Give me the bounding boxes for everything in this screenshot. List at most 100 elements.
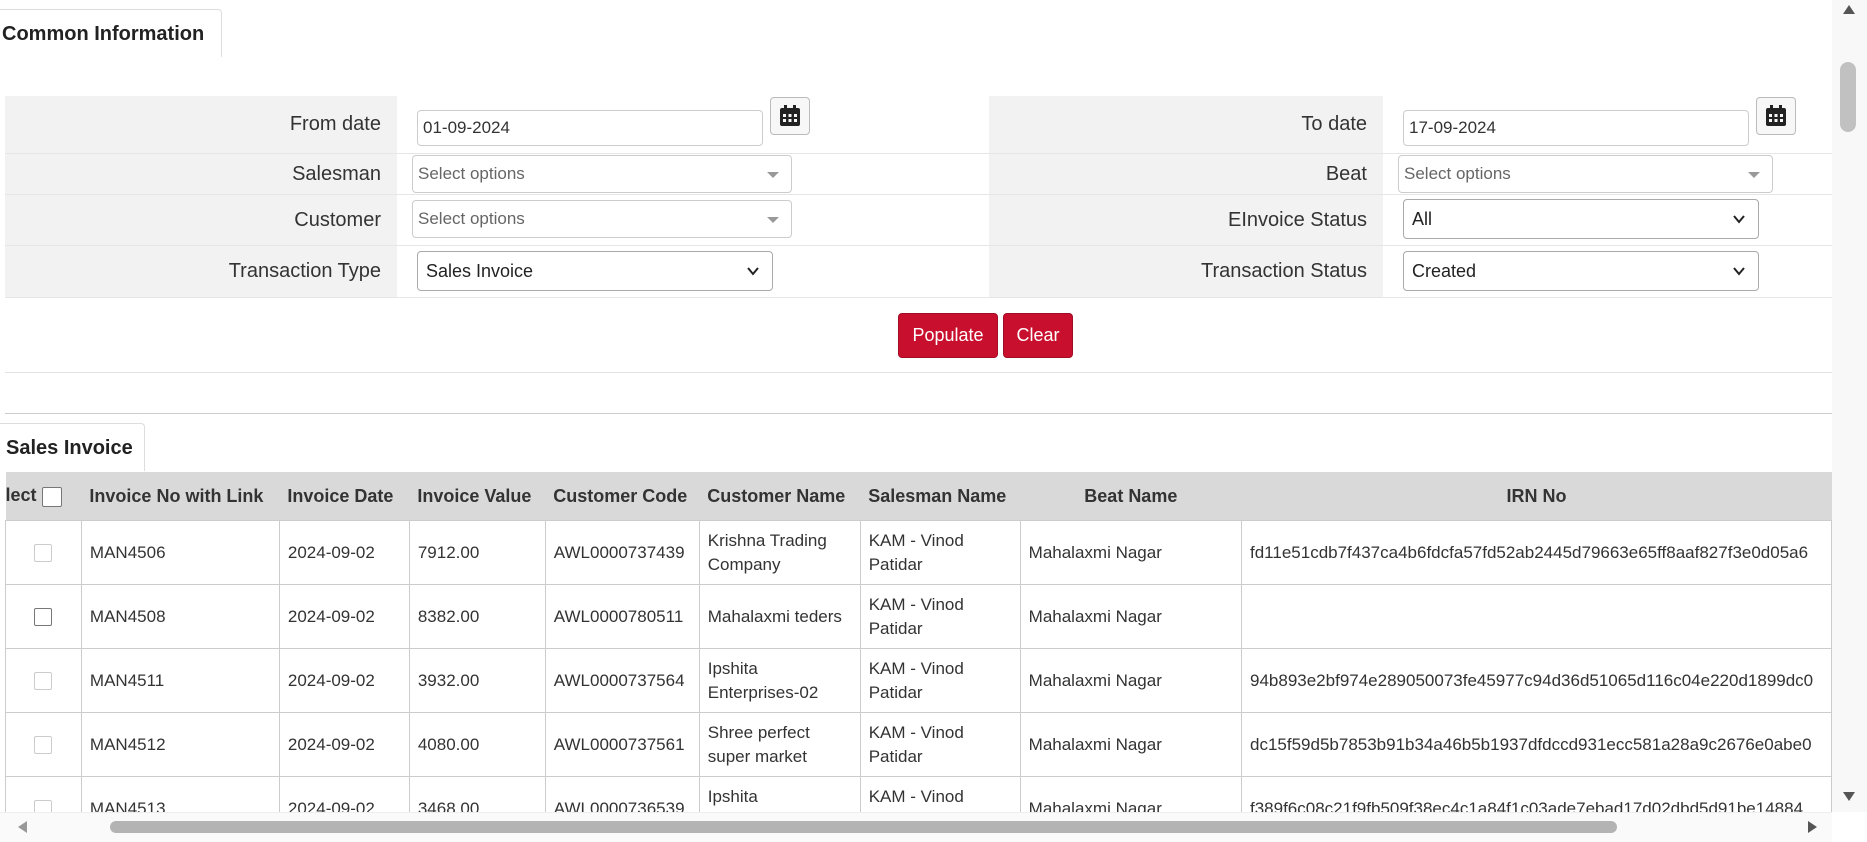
invoice-no-cell[interactable]: MAN4508 [80, 584, 280, 649]
customer-name-cell: Mahalaxmi teders [698, 584, 861, 649]
einvoice-status-value: All [1412, 209, 1433, 229]
invoice-value-cell: 7912.00 [408, 520, 546, 585]
filter-row-transaction: Transaction Type Sales Invoice Transacti… [5, 246, 1832, 298]
customer-code-cell: AWL0000737439 [544, 520, 700, 585]
irn-cell: dc15f59d5b7853b91b34a46b5b1937dfdccd931e… [1241, 712, 1832, 777]
row-select-cell [5, 776, 82, 812]
scroll-left-arrow-icon[interactable] [18, 821, 27, 833]
beat-placeholder: Select options [1404, 164, 1511, 183]
row-checkbox[interactable] [34, 672, 53, 691]
populate-button[interactable]: Populate [898, 313, 998, 358]
row-checkbox[interactable] [34, 544, 53, 563]
transaction-type-value: Sales Invoice [426, 261, 534, 281]
transaction-status-select[interactable]: Created [1403, 251, 1759, 291]
row-select-cell [5, 520, 82, 585]
beat-name-cell: Mahalaxmi Nagar [1019, 648, 1243, 713]
to-date-input[interactable]: 17-09-2024 [1403, 110, 1749, 146]
beat-name-header[interactable]: Beat Name [1020, 472, 1242, 521]
table-row: MAN4511 2024-09-02 3932.00 AWL0000737564… [5, 648, 1832, 713]
chevron-down-icon [1733, 215, 1745, 224]
beat-label: Beat [989, 154, 1383, 194]
scroll-up-arrow-icon[interactable] [1843, 5, 1855, 14]
calendar-icon [780, 105, 800, 126]
table-row: MAN4506 2024-09-02 7912.00 AWL0000737439… [5, 520, 1832, 585]
customer-code-cell: AWL0000780511 [544, 584, 700, 649]
invoice-table: Select Invoice No with Link Invoice Date… [5, 472, 1832, 812]
customer-name-cell: Shree perfect super market [698, 712, 861, 777]
beat-cell: Select options [1383, 154, 1832, 194]
from-date-input[interactable]: 01-09-2024 [417, 110, 763, 146]
invoice-value-cell: 3932.00 [408, 648, 546, 713]
salesman-name-cell: KAM - Vinod Patidar [859, 648, 1021, 713]
table-row: MAN4508 2024-09-02 8382.00 AWL0000780511… [5, 584, 1832, 649]
salesman-name-cell: KAM - Vinod Patidar [859, 776, 1021, 812]
row-select-cell [5, 648, 82, 713]
table-row: MAN4513 2024-09-02 3468.00 AWL0000736539… [5, 776, 1832, 812]
customer-name-cell: Ipshita Enterprises-02 [698, 648, 861, 713]
beat-multiselect[interactable]: Select options [1398, 155, 1773, 193]
table-header-row: Select Invoice No with Link Invoice Date… [5, 472, 1832, 521]
irn-no-header[interactable]: IRN No [1241, 472, 1832, 521]
customer-label: Customer [5, 195, 397, 245]
filter-row-salesman: Salesman Select options Beat Select opti… [5, 154, 1832, 195]
invoice-no-cell[interactable]: MAN4513 [80, 776, 280, 812]
invoice-value-cell: 4080.00 [408, 712, 546, 777]
horizontal-scroll-thumb[interactable] [110, 821, 1617, 833]
tab-common-information[interactable]: Common Information [0, 9, 222, 57]
invoice-no-cell[interactable]: MAN4506 [80, 520, 280, 585]
from-date-calendar-button[interactable] [770, 97, 810, 135]
irn-cell: f389f6c08c21f9fb509f38ec4c1a84f1c03ade7e… [1241, 776, 1832, 812]
customer-placeholder: Select options [418, 209, 525, 228]
horizontal-scrollbar[interactable] [0, 812, 1832, 842]
row-checkbox[interactable] [34, 736, 53, 755]
salesman-name-header[interactable]: Salesman Name [860, 472, 1021, 521]
beat-name-cell: Mahalaxmi Nagar [1019, 776, 1243, 812]
salesman-placeholder: Select options [418, 164, 525, 183]
customer-name-header[interactable]: Customer Name [699, 472, 861, 521]
einvoice-status-select[interactable]: All [1403, 199, 1759, 239]
tab-sales-invoice[interactable]: Sales Invoice [0, 423, 145, 471]
calendar-icon [1766, 105, 1786, 126]
invoice-no-header[interactable]: Invoice No with Link [81, 472, 280, 521]
clear-button[interactable]: Clear [1003, 313, 1073, 358]
row-select-cell [5, 712, 82, 777]
filter-row-customer: Customer Select options EInvoice Status … [5, 195, 1832, 246]
from-date-label: From date [5, 96, 397, 153]
invoice-date-cell: 2024-09-02 [278, 520, 410, 585]
transaction-type-select[interactable]: Sales Invoice [417, 251, 773, 291]
row-checkbox[interactable] [34, 608, 53, 627]
salesman-name-cell: KAM - Vinod Patidar [859, 520, 1021, 585]
scroll-down-arrow-icon[interactable] [1843, 792, 1855, 801]
table-row: MAN4512 2024-09-02 4080.00 AWL0000737561… [5, 712, 1832, 777]
vertical-scrollbar[interactable] [1832, 0, 1867, 812]
invoice-value-cell: 8382.00 [408, 584, 546, 649]
salesman-name-cell: KAM - Vinod Patidar [859, 584, 1021, 649]
customer-cell: Select options [397, 195, 989, 245]
einvoice-status-cell: All [1383, 195, 1832, 245]
filter-row-dates: From date 01-09-2024 To date 17-09-2024 [5, 96, 1832, 154]
invoice-no-cell[interactable]: MAN4511 [80, 648, 280, 713]
report-viewport: Common Information From date 01-09-2024 … [0, 0, 1832, 812]
salesman-multiselect[interactable]: Select options [412, 155, 792, 193]
irn-cell: 94b893e2bf974e289050073fe45977c94d36d510… [1241, 648, 1832, 713]
from-date-cell: 01-09-2024 [397, 96, 989, 153]
customer-name-cell: Ipshita Enterprises-02 [698, 776, 861, 812]
vertical-scroll-thumb[interactable] [1840, 62, 1856, 132]
to-date-calendar-button[interactable] [1756, 97, 1796, 135]
scroll-right-arrow-icon[interactable] [1808, 821, 1817, 833]
invoice-value-cell: 3468.00 [408, 776, 546, 812]
select-column-header: Select [5, 472, 82, 521]
irn-cell: fd11e51cdb7f437ca4b6fdcfa57fd52ab2445d79… [1241, 520, 1832, 585]
invoice-date-cell: 2024-09-02 [278, 584, 410, 649]
customer-name-cell: Krishna Trading Company [698, 520, 861, 585]
beat-name-cell: Mahalaxmi Nagar [1019, 712, 1243, 777]
invoice-value-header[interactable]: Invoice Value [409, 472, 546, 521]
select-all-checkbox[interactable] [41, 486, 62, 507]
salesman-label: Salesman [5, 154, 397, 194]
einvoice-status-label: EInvoice Status [989, 195, 1383, 245]
customer-code-header[interactable]: Customer Code [545, 472, 700, 521]
invoice-date-header[interactable]: Invoice Date [279, 472, 410, 521]
customer-multiselect[interactable]: Select options [412, 200, 792, 238]
row-checkbox[interactable] [34, 800, 53, 812]
invoice-no-cell[interactable]: MAN4512 [80, 712, 280, 777]
